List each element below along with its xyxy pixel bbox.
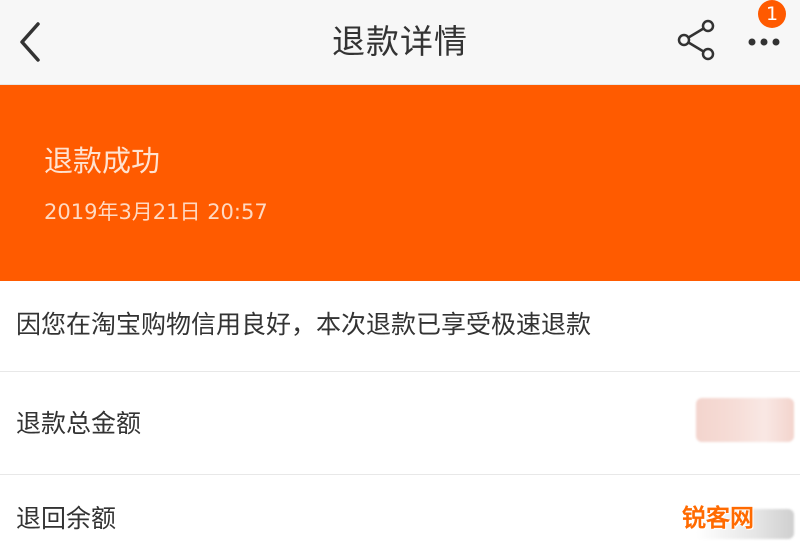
status-title: 退款成功: [44, 144, 161, 178]
refund-detail-screen: 退款详情 1 退款成功 2019年3月21日 20:57 因您在淘宝购物信用良好…: [0, 0, 800, 550]
share-button[interactable]: [676, 18, 720, 62]
status-time: 2019年3月21日 20:57: [44, 200, 268, 224]
notification-badge: 1: [758, 0, 786, 28]
refund-balance-row: 退回余额: [0, 475, 800, 550]
blurred-amount: [696, 398, 794, 442]
watermark: 锐客网: [682, 504, 754, 532]
notice-text: 因您在淘宝购物信用良好，本次退款已享受极速退款: [16, 310, 592, 339]
share-icon: [677, 19, 715, 61]
nav-bar: 退款详情 1: [0, 0, 800, 85]
refund-status-banner: 退款成功 2019年3月21日 20:57: [0, 85, 800, 281]
refund-total-row: 退款总金额: [0, 372, 800, 475]
fast-refund-notice: 因您在淘宝购物信用良好，本次退款已享受极速退款: [0, 281, 800, 372]
refund-total-label: 退款总金额: [16, 409, 142, 438]
refund-balance-label: 退回余额: [16, 504, 117, 533]
